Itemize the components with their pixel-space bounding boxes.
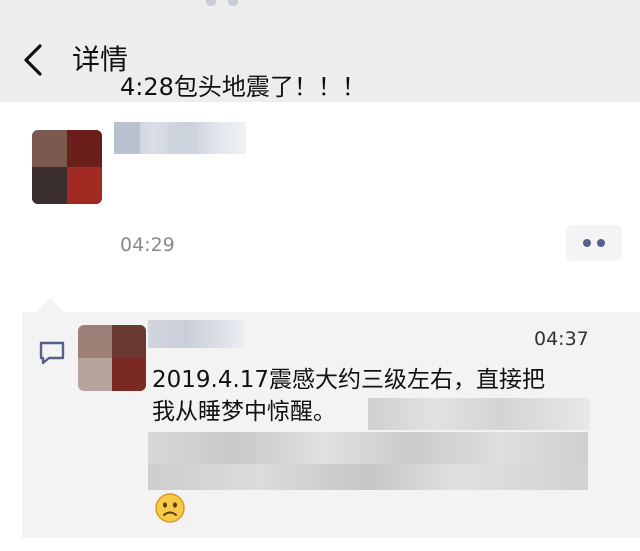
sad-face-emoji [155, 493, 185, 523]
comment-icon [39, 341, 65, 365]
comment-text-line: 2019.4.17震感大约三级左右，直接把 [152, 367, 546, 393]
username-redacted [168, 126, 198, 154]
avatar[interactable] [32, 130, 102, 204]
post-time: 04:29 [120, 234, 175, 256]
status-icon [228, 0, 238, 6]
more-dots-icon [583, 239, 591, 247]
chevron-left-icon[interactable] [18, 40, 52, 80]
comment-avatar[interactable] [78, 325, 146, 391]
redacted-text [148, 464, 588, 490]
post-text: 4:28包头地震了！！！ [120, 73, 366, 101]
status-icon [206, 0, 216, 6]
redacted-text [148, 432, 588, 464]
redacted-text [368, 398, 590, 430]
comment-time: 04:37 [534, 328, 589, 350]
username-redacted [114, 122, 140, 154]
status-bar [0, 0, 640, 14]
comment-caret [36, 298, 64, 312]
more-button[interactable] [566, 225, 622, 261]
more-dots-icon [597, 239, 605, 247]
comment-username-redacted [148, 320, 244, 348]
